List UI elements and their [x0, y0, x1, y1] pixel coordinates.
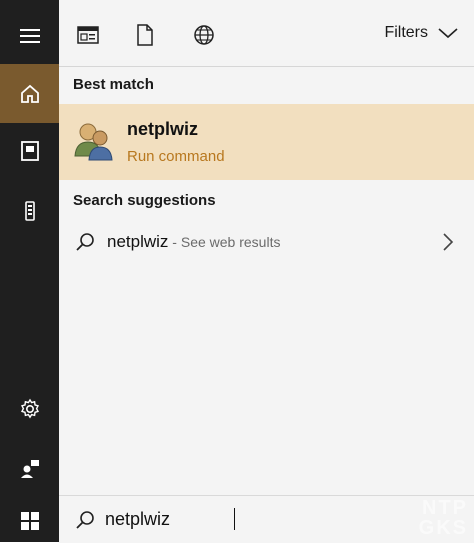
web-scope-button[interactable]	[189, 20, 219, 50]
user-feedback-icon	[20, 459, 39, 478]
filters-dropdown[interactable]: Filters	[384, 24, 458, 42]
suggestion-query: netplwiz	[107, 232, 169, 251]
web-globe-icon	[194, 25, 214, 45]
apps-icon	[77, 26, 99, 44]
chevron-right-icon	[443, 233, 454, 251]
phone-tower-icon	[24, 200, 35, 221]
watermark-line-1: NTP	[422, 497, 468, 519]
start-button[interactable]	[0, 491, 59, 550]
users-app-icon	[74, 123, 113, 161]
settings-button[interactable]	[0, 379, 59, 438]
documents-scope-button[interactable]	[130, 20, 160, 50]
windows-start-icon	[20, 511, 39, 530]
suggestion-hint: - See web results	[168, 234, 281, 250]
hamburger-menu-icon	[19, 28, 40, 43]
document-icon	[137, 24, 153, 46]
gear-icon	[20, 398, 39, 419]
device-button[interactable]	[0, 181, 59, 240]
search-input[interactable]	[105, 506, 325, 532]
start-rail	[0, 0, 59, 542]
best-match-subtitle: Run command	[127, 148, 225, 165]
search-box[interactable]	[59, 495, 474, 543]
notebook-icon	[20, 140, 39, 161]
best-match-title: netplwiz	[127, 119, 198, 139]
filters-label: Filters	[384, 24, 428, 41]
apps-scope-button[interactable]	[73, 20, 103, 50]
watermark-line-2: GKS	[418, 517, 468, 539]
web-suggestion-row[interactable]: netplwiz - See web results	[59, 218, 474, 268]
search-suggestions-heading: Search suggestions	[73, 192, 216, 209]
search-scope-toolbar: Filters	[59, 0, 474, 67]
chevron-down-icon	[438, 28, 458, 39]
hamburger-menu-button[interactable]	[0, 6, 59, 65]
suggestion-text: netplwiz - See web results	[107, 232, 280, 252]
watermark: NTP GKS	[419, 498, 468, 538]
best-match-result[interactable]: netplwiz Run command	[59, 104, 474, 180]
text-caret	[234, 508, 235, 530]
search-results-panel: Filters Best match netplwiz Run command …	[59, 0, 474, 495]
notebook-button[interactable]	[0, 121, 59, 180]
home-button[interactable]	[0, 64, 59, 123]
search-icon	[76, 233, 94, 251]
feedback-button[interactable]	[0, 438, 59, 497]
best-match-heading: Best match	[73, 76, 154, 93]
search-icon	[76, 511, 94, 529]
home-icon	[20, 84, 39, 103]
